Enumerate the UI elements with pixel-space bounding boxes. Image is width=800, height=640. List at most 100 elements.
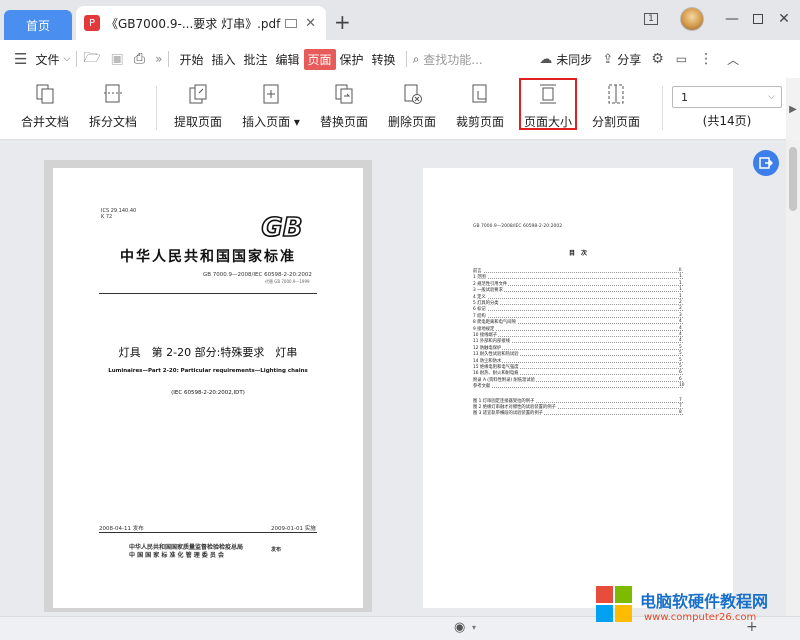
toc-entry-label[interactable]: 13 耐久性试验和热试验	[473, 351, 520, 358]
menu-file[interactable]: 文件	[31, 51, 63, 68]
window-count-label: 1	[644, 13, 658, 25]
toc-leader	[473, 387, 683, 389]
page-2[interactable]: GB 7000.9—2008/IEC 60598-2-20:2002 目 次 前…	[423, 168, 733, 608]
page-1[interactable]: ICS 29.140.40 K 72 GB 中华人民共和国国家标准 GB 700…	[53, 168, 363, 608]
menu-page[interactable]: 页面	[303, 48, 336, 70]
chevron-down-icon[interactable]: ⌵	[768, 92, 775, 102]
print-icon[interactable]: ⎙	[134, 51, 145, 67]
page-number-input[interactable]: 1 ⌵	[672, 86, 782, 108]
page-size-highlight	[519, 78, 577, 130]
crop-page-button[interactable]: 裁剪页面	[452, 82, 508, 134]
toc-entry-page: 4	[679, 319, 682, 325]
toc-entry-label[interactable]: 1 范围	[473, 274, 487, 281]
insert-page-button[interactable]: 插入页面 ▾	[240, 82, 302, 134]
chevron-down-icon[interactable]: ▾	[472, 623, 476, 632]
toc-leader	[473, 297, 683, 299]
toc-entry-label[interactable]: 参考文献	[473, 383, 492, 390]
toc-entry-label[interactable]: 图 1 灯串固定连接器受拉的例子	[473, 397, 536, 404]
window-count-badge[interactable]: 1	[642, 8, 660, 30]
avatar[interactable]	[680, 7, 704, 31]
toc-entry-label[interactable]: 前言	[473, 268, 483, 274]
more-vertical-icon[interactable]: ⋮	[699, 51, 713, 67]
delete-page-button[interactable]: 删除页面	[384, 82, 440, 134]
toc-entry-label[interactable]: 14 防尘和防水	[473, 357, 503, 364]
page-count: (共14页)	[702, 114, 752, 128]
hamburger-icon[interactable]: ☰	[14, 50, 27, 68]
toc-entry-label[interactable]: 附录 A (资料性附录) 耐低温试验	[473, 376, 536, 383]
scrollbar-thumb[interactable]	[789, 147, 797, 211]
divider	[99, 532, 317, 533]
page-2-header: GB 7000.9—2008/IEC 60598-2-20:2002	[473, 224, 563, 229]
replace-page-button[interactable]: 替换页面	[316, 82, 372, 134]
search-input[interactable]: 查找功能...	[419, 51, 539, 68]
watermark-name: 电脑软硬件教程网	[640, 592, 769, 611]
toc-entry-label[interactable]: 图 3 适宜轨带横段的试验装置的例子	[473, 410, 544, 417]
toc-entry-page: 2	[679, 306, 682, 312]
divider	[662, 86, 663, 130]
toc-entry-page: 4	[679, 338, 682, 344]
menu-protect[interactable]: 保护	[336, 51, 368, 68]
split-page-button[interactable]: 分割页面	[588, 82, 644, 134]
ribbon-scroll-right-icon[interactable]: ▶	[786, 78, 800, 140]
toc-entry-label[interactable]: 4 定义	[473, 293, 487, 300]
share-icon[interactable]: ⇪	[602, 52, 613, 67]
split-docs-button[interactable]: 拆分文档	[86, 82, 140, 134]
chevron-down-icon[interactable]: ⌵	[63, 54, 70, 64]
open-folder-icon[interactable]: 🗁	[83, 47, 100, 71]
toc-entry-page: 7	[679, 404, 682, 409]
sync-status[interactable]: 未同步	[552, 51, 596, 68]
gear-icon[interactable]: ⚙	[651, 51, 664, 67]
extract-page-button[interactable]: 提取页面	[170, 82, 226, 134]
issuer-line-2: 中 国 国 家 标 准 化 管 理 委 员 会	[129, 552, 224, 559]
vertical-scrollbar[interactable]	[786, 140, 800, 616]
share-button[interactable]: 分享	[613, 51, 645, 68]
more-chevron-icon[interactable]: »	[155, 52, 162, 66]
page-number-value: 1	[681, 90, 688, 104]
toc-entry-label[interactable]: 3 一般试验要求	[473, 287, 504, 294]
toc-entry-label[interactable]: 5 灯具的分类	[473, 300, 500, 306]
toc-entry-page: 4	[679, 332, 682, 337]
eye-icon[interactable]: ◉	[454, 620, 465, 635]
toc-entry-label[interactable]: 8 爬电距离和电气间隙	[473, 319, 517, 326]
collapse-ribbon-icon[interactable]: ︿	[727, 51, 739, 68]
toc-entry-label[interactable]: 7 结构	[473, 312, 487, 319]
crop-label: 裁剪页面	[455, 115, 504, 129]
split-page-icon	[604, 82, 628, 106]
toc-entry-label[interactable]: 6 标记	[473, 306, 487, 313]
toc-entry-page: 5	[679, 344, 682, 350]
menu-convert[interactable]: 转换	[368, 51, 400, 68]
toc-entry-label[interactable]: 12 防触电保护	[473, 344, 503, 351]
toc-leader	[473, 310, 683, 312]
toc-entry-label[interactable]: 9 接地规定	[473, 325, 496, 332]
toc-entry-label[interactable]: 15 绝缘电阻和电气强度	[473, 364, 520, 370]
new-tab-button[interactable]: +	[334, 10, 351, 34]
maximize-icon[interactable]	[746, 8, 770, 30]
tab-home[interactable]: 首页	[4, 10, 72, 40]
menu-edit[interactable]: 编辑	[272, 51, 304, 68]
minimize-icon[interactable]: —	[720, 8, 744, 30]
save-icon[interactable]: ▣	[111, 51, 124, 67]
divider	[405, 51, 407, 67]
monitor-icon[interactable]	[285, 18, 298, 28]
tab-document-title: 《GB7000.9-...要求 灯串》.pdf	[106, 16, 281, 31]
effective-date: 2009-01-01 实施	[271, 526, 316, 532]
toc-entry-page: 2	[679, 300, 682, 305]
menu-start[interactable]: 开始	[175, 51, 207, 68]
toc-entry-label[interactable]: 16 耐热、耐火和耐电痕	[473, 370, 520, 377]
menu-annotate[interactable]: 批注	[239, 51, 271, 68]
tab-document[interactable]: P 《GB7000.9-...要求 灯串》.pdf ✕	[76, 6, 326, 40]
close-tab-icon[interactable]: ✕	[305, 16, 316, 31]
menu-insert[interactable]: 插入	[207, 51, 239, 68]
close-window-icon[interactable]: ✕	[772, 8, 796, 30]
toc-entry-label[interactable]: 图 2 绝缘灯串融才对擦性的试验装置的例子	[473, 404, 557, 410]
toc-entry-label[interactable]: 11 外部和内部接线	[473, 338, 511, 345]
replace-icon	[332, 82, 356, 106]
toc-entry-label[interactable]: 10 接线端子	[473, 332, 499, 338]
toc-entry-page: 1	[679, 274, 682, 280]
cloud-sync-icon[interactable]: ☁	[539, 52, 552, 67]
merge-docs-button[interactable]: 合并文档	[18, 82, 72, 134]
menu-bar: ☰ 文件 ⌵ 🗁 ▣ ⎙ » 开始 插入 批注 编辑 页面 保护 转换 ⌕ 查找…	[0, 40, 800, 78]
comment-icon[interactable]: ▭	[676, 52, 687, 66]
floating-tool-icon[interactable]	[753, 150, 779, 176]
toc-entry-label[interactable]: 2 规范性引用文件	[473, 280, 509, 287]
